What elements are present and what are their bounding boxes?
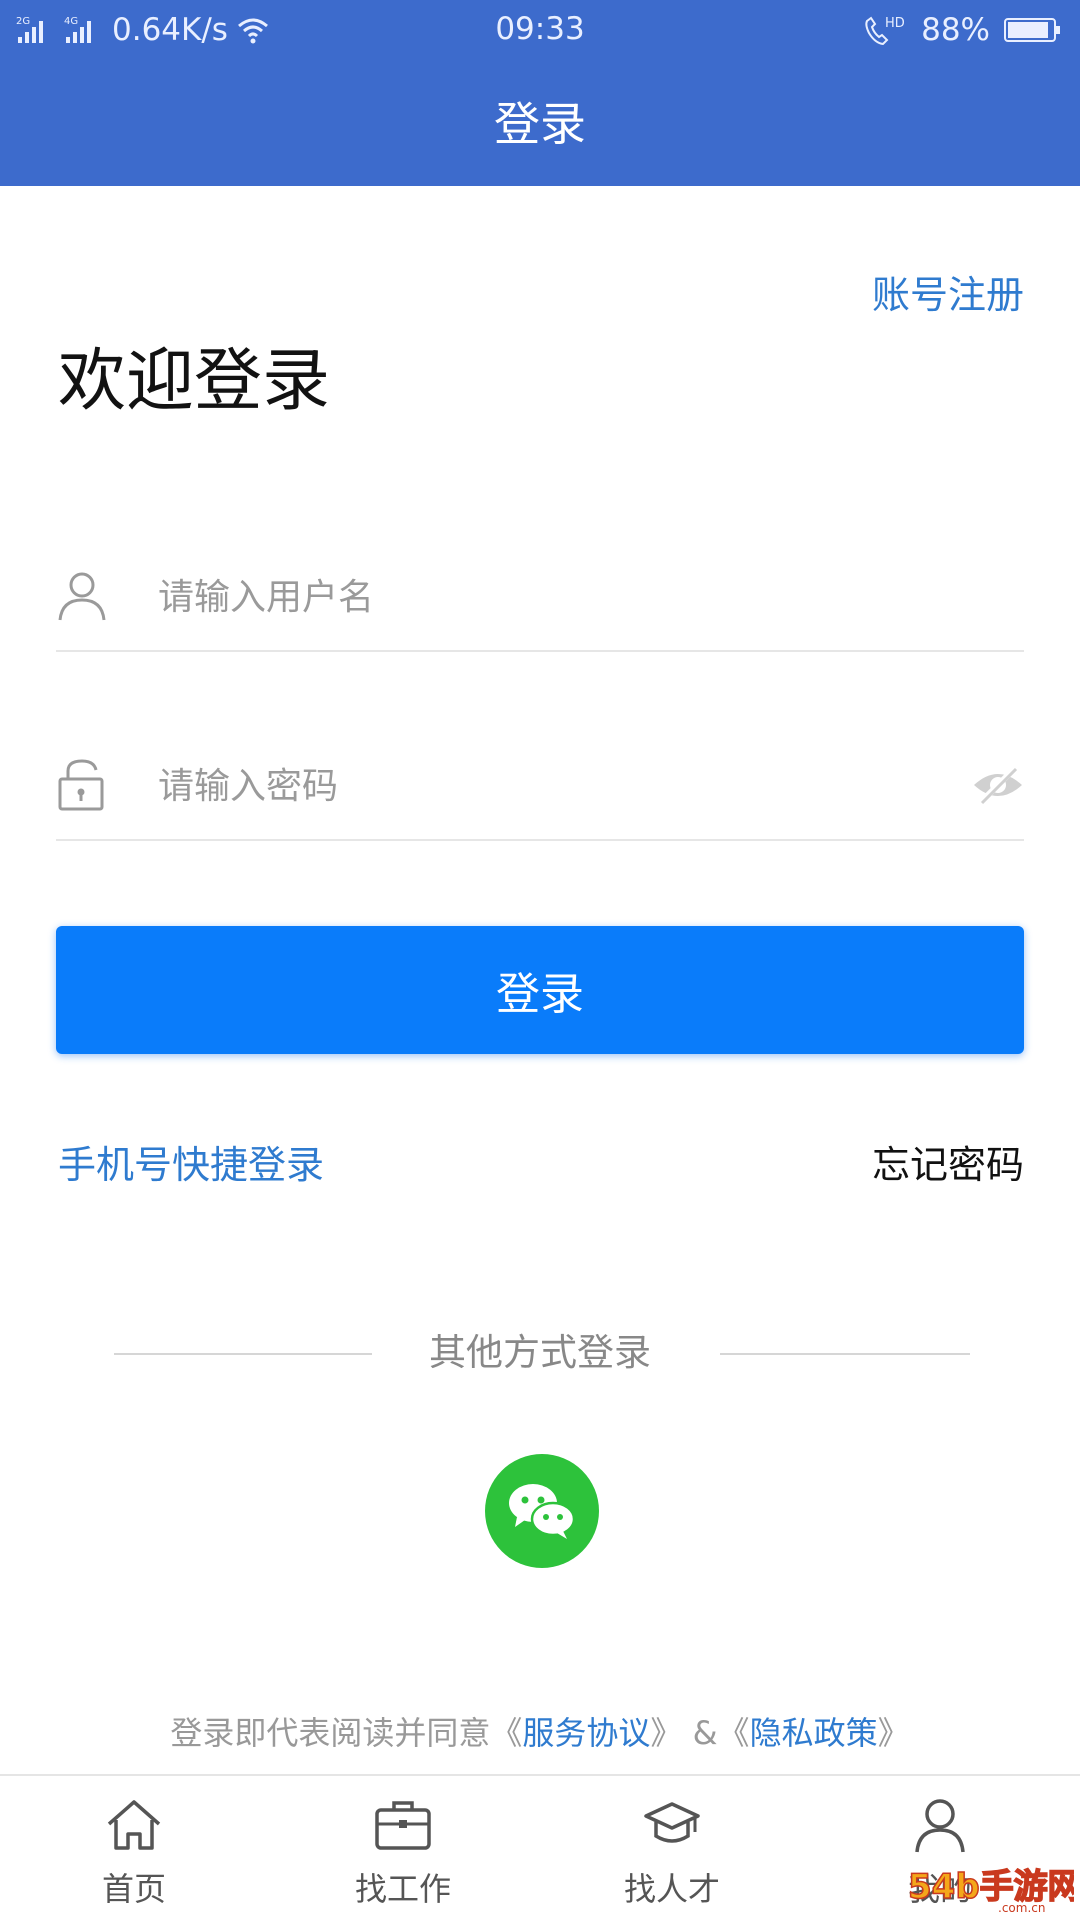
watermark-logo: 54b手游网 .com.cn <box>907 1866 1074 1915</box>
agreement-prefix: 登录即代表阅读并同意《 <box>170 1714 523 1752</box>
wechat-login-button[interactable] <box>485 1454 599 1568</box>
phone-hd-icon: HD <box>865 16 905 46</box>
agreement-suffix: 》 <box>877 1714 910 1752</box>
service-agreement-link[interactable]: 服务协议 <box>522 1714 650 1752</box>
welcome-heading: 欢迎登录 <box>58 342 331 421</box>
privacy-policy-link[interactable]: 隐私政策 <box>750 1714 878 1752</box>
divider-right <box>720 1353 970 1355</box>
register-link[interactable]: 账号注册 <box>872 264 1024 319</box>
other-login-label: 其他方式登录 <box>429 1331 651 1374</box>
sms-login-link[interactable]: 手机号快捷登录 <box>58 1134 324 1189</box>
home-icon <box>107 1800 161 1850</box>
graduation-cap-icon <box>644 1802 700 1843</box>
password-underline <box>56 839 1024 841</box>
username-field <box>56 542 1024 652</box>
agreement-middle: 》 &《 <box>650 1714 750 1752</box>
user-icon <box>915 1799 965 1853</box>
login-button[interactable]: 登录 <box>56 926 1024 1054</box>
wechat-icon <box>509 1484 576 1539</box>
password-field <box>56 731 1024 841</box>
username-input[interactable] <box>156 542 924 652</box>
hd-label: HD <box>885 16 905 31</box>
watermark-domain: .com.cn <box>998 1901 1045 1915</box>
status-bar: 2G 4G 0.64K/s 09:33 HD 88% <box>0 0 1080 58</box>
eye-off-icon[interactable] <box>972 759 1024 811</box>
battery-icon <box>1004 18 1060 42</box>
tab-home-label: 首页 <box>101 1870 166 1908</box>
forgot-password-link[interactable]: 忘记密码 <box>872 1134 1024 1189</box>
briefcase-icon <box>375 1801 431 1850</box>
tab-find-talent[interactable]: 找人才 <box>582 1776 762 1922</box>
tab-find-job[interactable]: 找工作 <box>313 1776 493 1922</box>
status-right: HD 88% <box>861 10 1062 50</box>
agreement-text: 登录即代表阅读并同意《服务协议》 &《隐私政策》 <box>0 1708 1080 1754</box>
tab-home[interactable]: 首页 <box>44 1776 224 1922</box>
tab-find-job-label: 找工作 <box>354 1870 451 1908</box>
username-underline <box>56 650 1024 652</box>
password-input[interactable] <box>156 731 924 841</box>
lock-icon <box>58 759 104 811</box>
battery-percent: 88% <box>921 12 990 48</box>
nav-bar: 登录 <box>0 58 1080 186</box>
user-icon <box>58 572 106 621</box>
watermark-text: 54b手游网 <box>908 1867 1074 1907</box>
tab-find-talent-label: 找人才 <box>623 1870 720 1908</box>
page-title: 登录 <box>494 97 586 151</box>
